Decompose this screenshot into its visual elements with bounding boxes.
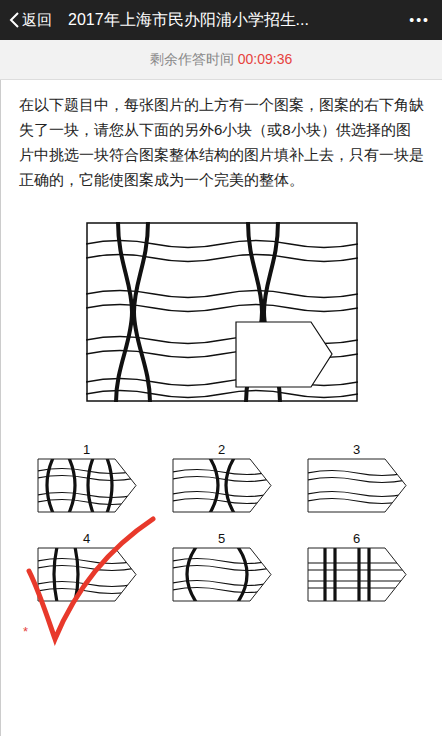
option-item[interactable]: 3 bbox=[307, 442, 407, 513]
option-item[interactable]: 5 bbox=[172, 531, 272, 602]
option-label: 1 bbox=[83, 442, 90, 458]
option-pattern-icon bbox=[307, 547, 407, 602]
instructions: 在以下题目中，每张图片的上方有一个图案，图案的右下角缺失了一块，请您从下面的另外… bbox=[1, 80, 442, 192]
option-label: 6 bbox=[353, 531, 360, 547]
option-item[interactable]: 6 bbox=[307, 531, 407, 602]
option-pattern-icon bbox=[172, 547, 272, 602]
header-bar: 返回 2017年上海市民办阳浦小学招生... ••• bbox=[0, 0, 442, 40]
options-grid: 1 2 3 4 5 6 bbox=[37, 442, 407, 602]
app: 返回2017年上海市民办阳浦小学招生...•••剩余作答时间00:09:36在以… bbox=[0, 0, 442, 736]
option-pattern-icon bbox=[172, 458, 272, 513]
option-label: 2 bbox=[218, 442, 225, 458]
timer-label: 剩余作答时间 bbox=[150, 49, 234, 70]
option-item[interactable]: 4 bbox=[37, 531, 137, 602]
option-label: 5 bbox=[218, 531, 225, 547]
chevron-left-icon bbox=[8, 11, 20, 29]
puzzle-card: 1 2 3 4 5 6 * bbox=[11, 210, 432, 642]
option-pattern-icon bbox=[37, 458, 137, 513]
timer-value: 00:09:36 bbox=[238, 49, 293, 70]
option-label: 4 bbox=[83, 531, 90, 547]
option-item[interactable]: 1 bbox=[37, 442, 137, 513]
option-item[interactable]: 2 bbox=[172, 442, 272, 513]
back-button[interactable]: 返回 bbox=[8, 9, 52, 32]
puzzle-figure bbox=[86, 222, 358, 402]
more-button[interactable]: ••• bbox=[409, 10, 434, 31]
content: 在以下题目中，每张图片的上方有一个图案，图案的右下角缺失了一块，请您从下面的另外… bbox=[0, 80, 442, 736]
option-pattern-icon bbox=[37, 547, 137, 602]
page-title: 2017年上海市民办阳浦小学招生... bbox=[68, 8, 401, 32]
option-pattern-icon bbox=[307, 458, 407, 513]
required-mark: * bbox=[23, 622, 28, 642]
timer-bar: 剩余作答时间00:09:36 bbox=[0, 40, 442, 80]
checkmark-icon bbox=[25, 511, 165, 651]
option-label: 3 bbox=[353, 442, 360, 458]
back-label: 返回 bbox=[22, 9, 52, 32]
